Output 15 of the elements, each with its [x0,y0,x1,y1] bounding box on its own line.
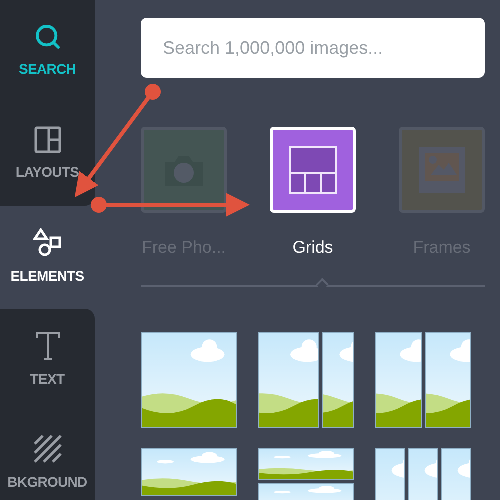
grid-thumbnail[interactable] [258,332,354,428]
hatch-icon [32,434,62,464]
framed-picture-icon [417,145,467,195]
sidebar-tab[interactable]: LAYOUTS [0,103,95,206]
layout-icon [34,126,62,154]
search-field[interactable]: Search 1,000,000 images... [141,18,485,78]
sidebar-tab[interactable]: BKGROUND [0,412,95,500]
sidebar-tab[interactable]: TEXT [0,309,95,412]
sidebar-tab[interactable]: ELEMENTS [0,206,95,309]
grid-thumbnail[interactable] [375,332,471,428]
sidebar-tab[interactable]: SEARCH [0,0,95,103]
text-icon [34,331,60,361]
grid-layout-icon [288,145,338,195]
search-icon [34,23,62,51]
shapes-icon [32,228,62,258]
